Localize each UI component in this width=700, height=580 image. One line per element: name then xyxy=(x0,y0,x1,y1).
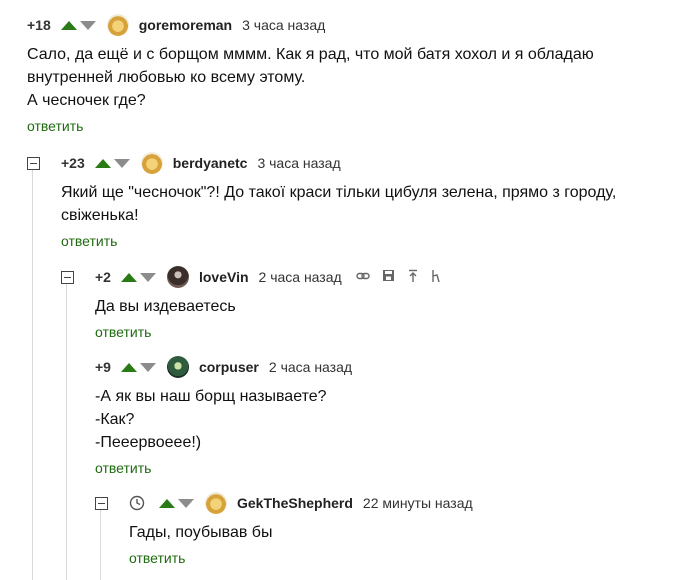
comment-rating: +23 xyxy=(61,155,85,171)
comment-header: +23 berdyanetc 3 часа назад xyxy=(61,152,681,174)
comment-text: Гады, поубывав бы xyxy=(129,524,273,541)
upvote-icon[interactable] xyxy=(120,272,137,282)
reply-link[interactable]: ответить xyxy=(95,324,151,340)
collapse-toggle[interactable] xyxy=(95,497,108,510)
comment-tools xyxy=(355,269,453,286)
avatar[interactable] xyxy=(166,356,189,378)
thread-line xyxy=(66,283,67,580)
comment-rating: +9 xyxy=(95,359,111,375)
clock-icon[interactable] xyxy=(129,495,145,511)
downvote-icon[interactable] xyxy=(139,362,156,372)
branch-icon[interactable] xyxy=(431,269,441,286)
collapse-toggle[interactable] xyxy=(27,157,40,170)
comment-header: +2 loveVin 2 часа назад xyxy=(95,266,685,288)
avatar[interactable] xyxy=(205,492,227,514)
comment-time[interactable]: 3 часа назад xyxy=(242,17,325,33)
thread-line xyxy=(32,168,33,580)
comment-author[interactable]: GekTheShepherd xyxy=(237,495,353,511)
comment-author[interactable]: berdyanetc xyxy=(173,155,248,171)
comment-author[interactable]: goremoreman xyxy=(139,17,232,33)
avatar[interactable] xyxy=(106,14,129,36)
downvote-icon[interactable] xyxy=(79,20,96,30)
reply-link[interactable]: ответить xyxy=(95,460,151,476)
comment-header: +18 goremoreman 3 часа назад xyxy=(27,14,677,36)
comment-time[interactable]: 2 часа назад xyxy=(259,269,342,285)
comment-time[interactable]: 2 часа назад xyxy=(269,359,352,375)
comment-time[interactable]: 22 минуты назад xyxy=(363,495,473,511)
comment: +18 goremoreman 3 часа назад Сало, да ещ… xyxy=(27,14,677,136)
comment-rating: +2 xyxy=(95,269,111,285)
go-to-parent-icon[interactable] xyxy=(407,269,419,286)
comment: +23 berdyanetc 3 часа назад Який ще "чес… xyxy=(61,152,681,251)
comment-rating: +18 xyxy=(27,17,51,33)
avatar[interactable] xyxy=(140,152,163,174)
downvote-icon[interactable] xyxy=(139,272,156,282)
link-icon[interactable] xyxy=(355,269,370,286)
comment-text: Да вы издеваетесь xyxy=(95,298,236,315)
upvote-icon[interactable] xyxy=(159,498,175,508)
avatar[interactable] xyxy=(166,266,189,288)
comment: +2 loveVin 2 часа назад Да вы издеваетес… xyxy=(95,266,685,342)
thread-line xyxy=(100,508,101,580)
reply-link[interactable]: ответить xyxy=(27,118,83,134)
comment: GekTheShepherd 22 минуты назад Гады, поу… xyxy=(129,492,689,568)
save-icon[interactable] xyxy=(382,269,395,285)
reply-link[interactable]: ответить xyxy=(129,550,185,566)
collapse-toggle[interactable] xyxy=(61,271,74,284)
comment-time[interactable]: 3 часа назад xyxy=(257,155,340,171)
comment-header: GekTheShepherd 22 минуты назад xyxy=(129,492,689,514)
comment-author[interactable]: corpuser xyxy=(199,359,259,375)
upvote-icon[interactable] xyxy=(120,362,137,372)
comment-text: Який ще "чесночок"?! До такої краси тіль… xyxy=(61,184,617,224)
upvote-icon[interactable] xyxy=(60,20,77,30)
downvote-icon[interactable] xyxy=(113,158,130,168)
comment-author[interactable]: loveVin xyxy=(199,269,249,285)
comment: +9 corpuser 2 часа назад -А як вы наш бо… xyxy=(95,356,685,478)
upvote-icon[interactable] xyxy=(94,158,111,168)
comment-text: -А як вы наш борщ называете? -Как? -Пеее… xyxy=(95,388,327,451)
comment-header: +9 corpuser 2 часа назад xyxy=(95,356,685,378)
reply-link[interactable]: ответить xyxy=(61,233,117,249)
comment-text: Сало, да ещё и с борщом мммм. Как я рад,… xyxy=(27,46,594,109)
downvote-icon[interactable] xyxy=(178,498,194,508)
